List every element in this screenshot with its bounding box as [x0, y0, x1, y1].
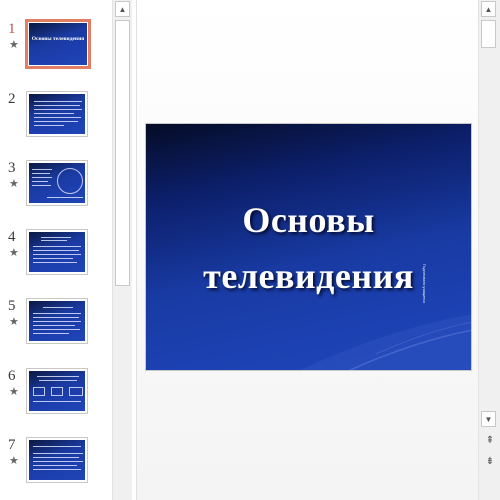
thumbnail-text-line: [33, 254, 81, 255]
slide-number: 3: [8, 160, 16, 176]
slide-number: 5: [8, 298, 16, 314]
slide-number: 6: [8, 368, 16, 384]
slide-thumbnail-7[interactable]: [26, 437, 88, 483]
animation-star-icon: ★: [9, 386, 19, 398]
thumbnail-text-line: [33, 446, 81, 447]
thumbnail-row-5[interactable]: 5 ★: [0, 298, 112, 358]
thumbnail-text-line: [33, 246, 81, 247]
slide-thumbnail-pane: 1 ★ Основы телевидения 2 3 ★ 4 ★ 5 ★ 6 ★…: [0, 0, 112, 500]
slide-thumbnail-4[interactable]: [26, 229, 88, 275]
thumbnail-text-line: [32, 169, 52, 170]
scrollbar-thumb[interactable]: [481, 20, 496, 48]
thumbnail-slide-background: [29, 232, 85, 272]
next-slide-icon[interactable]: ⇟: [483, 455, 497, 469]
current-slide[interactable]: Основы телевидения Подготовили учащиеся: [145, 123, 472, 371]
thumbnail-diagram: [33, 387, 45, 396]
slide-thumbnail-6[interactable]: [26, 368, 88, 414]
slide-thumbnail-3[interactable]: [26, 160, 88, 206]
powerpoint-editor: 1 ★ Основы телевидения 2 3 ★ 4 ★ 5 ★ 6 ★…: [0, 0, 500, 500]
scroll-up-button[interactable]: ▲: [115, 1, 130, 17]
arrow-up-icon: ▲: [118, 4, 127, 14]
slide-thumbnail-5[interactable]: [26, 298, 88, 344]
thumbnail-text-line: [33, 469, 81, 470]
thumbnail-text-line: [33, 262, 77, 263]
thumbnail-text-line: [33, 333, 69, 334]
thumbnail-text-line: [33, 457, 79, 458]
animation-star-icon: ★: [9, 247, 19, 259]
thumbnail-diagram: [57, 168, 83, 194]
thumbnail-text-line: [33, 401, 81, 402]
thumbnail-text-line: [34, 101, 82, 102]
thumbnail-slide-background: [29, 440, 85, 480]
thumbnail-slide-background: [29, 163, 85, 203]
thumbnail-text-line: [39, 380, 77, 381]
thumbnail-row-1[interactable]: 1 ★ Основы телевидения: [0, 19, 112, 81]
arrow-down-icon: ▼: [484, 414, 493, 424]
thumbnail-text-line: [47, 197, 83, 198]
slide-number: 1: [8, 21, 16, 37]
slide-number: 4: [8, 229, 16, 245]
arrow-up-icon: ▲: [484, 4, 493, 14]
thumbnail-text-line: [33, 250, 79, 251]
thumbnail-text-line: [32, 185, 51, 186]
thumbnail-text-line: [34, 121, 78, 122]
slide-thumbnail-1[interactable]: Основы телевидения: [25, 19, 91, 69]
thumbnail-row-4[interactable]: 4 ★: [0, 229, 112, 289]
animation-star-icon: ★: [9, 39, 19, 51]
thumbnail-row-6[interactable]: 6 ★: [0, 368, 112, 428]
thumbnail-scrollbar[interactable]: ▲: [112, 0, 132, 500]
thumbnail-text-line: [37, 376, 79, 377]
animation-star-icon: ★: [9, 178, 19, 190]
thumbnail-slide-background: Основы телевидения: [29, 23, 87, 65]
thumbnail-diagram: [51, 387, 63, 396]
thumbnail-text-line: [32, 177, 52, 178]
thumbnail-text-line: [32, 181, 48, 182]
thumbnail-text-line: [33, 329, 80, 330]
thumbnail-row-2[interactable]: 2: [0, 91, 112, 151]
thumbnail-slide-background: [29, 301, 85, 341]
slide-title-line-1: Основы: [242, 200, 375, 240]
slide-number: 2: [8, 91, 16, 107]
slide-number: 7: [8, 437, 16, 453]
scroll-up-button[interactable]: ▲: [481, 1, 496, 17]
previous-slide-icon[interactable]: ⇞: [483, 434, 497, 448]
thumbnail-text-line: [33, 453, 83, 454]
thumbnail-text-line: [33, 258, 73, 259]
scroll-down-button[interactable]: ▼: [481, 411, 496, 427]
slide-scrollbar[interactable]: ▲ ▼ ⇞ ⇟: [478, 0, 500, 500]
animation-star-icon: ★: [9, 316, 19, 328]
thumbnail-text-line: [34, 125, 64, 126]
thumbnail-text-line: [34, 109, 82, 110]
thumbnail-text-line: [32, 173, 50, 174]
thumbnail-text-line: [33, 321, 81, 322]
animation-star-icon: ★: [9, 455, 19, 467]
thumbnail-text-line: [34, 113, 74, 114]
thumbnail-text-line: [41, 240, 67, 241]
thumbnail-text-line: [34, 117, 81, 118]
thumbnail-text-line: [33, 313, 81, 314]
thumbnail-row-7[interactable]: 7 ★: [0, 437, 112, 497]
slide-subtitle-text: Подготовили учащиеся: [422, 264, 426, 303]
thumbnail-diagram: [69, 387, 83, 396]
thumbnail-text-line: [33, 325, 75, 326]
thumbnail-row-3[interactable]: 3 ★: [0, 160, 112, 220]
slide-thumbnail-2[interactable]: [26, 91, 88, 137]
thumbnail-text-line: [34, 105, 80, 106]
thumbnail-text-line: [33, 317, 79, 318]
thumbnail-text-line: [43, 307, 73, 308]
thumbnail-slide-background: [29, 94, 85, 134]
thumbnail-text-line: [41, 237, 71, 238]
slide-subtitle[interactable]: Подготовили учащиеся: [422, 264, 432, 338]
scrollbar-thumb[interactable]: [115, 20, 130, 286]
thumbnail-text-line: [33, 461, 83, 462]
thumbnail-slide-background: [29, 371, 85, 411]
thumbnail-title: Основы телевидения: [31, 36, 85, 42]
thumbnail-text-line: [33, 465, 77, 466]
